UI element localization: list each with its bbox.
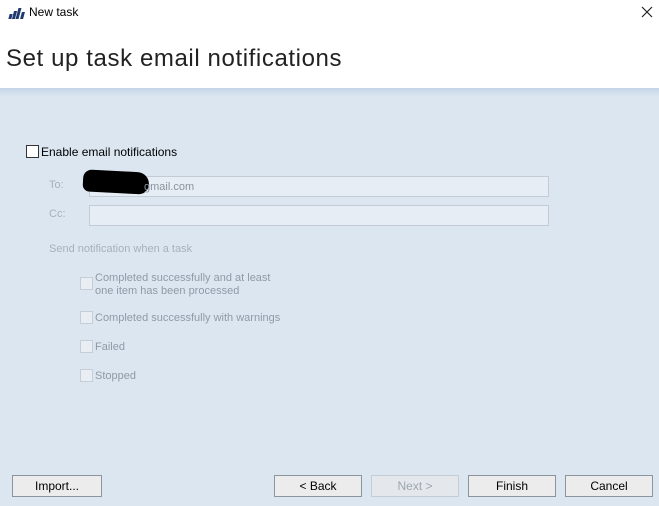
- close-button[interactable]: [637, 0, 659, 26]
- redaction-mark: [82, 169, 150, 195]
- cancel-button[interactable]: Cancel: [565, 475, 653, 497]
- failed-label: Failed: [95, 341, 125, 353]
- completed-successfully-checkbox[interactable]: [80, 277, 93, 290]
- app-logo-icon: [8, 7, 25, 19]
- notify-when-label: Send notification when a task: [49, 243, 193, 255]
- stopped-label: Stopped: [95, 370, 136, 382]
- completed-successfully-line2: one item has been processed: [95, 285, 240, 297]
- finish-button[interactable]: Finish: [468, 475, 556, 497]
- to-field-value: gmail.com: [144, 181, 195, 193]
- completed-warnings-label: Completed successfully with warnings: [95, 312, 281, 324]
- to-label: To:: [49, 179, 64, 191]
- enable-notifications-checkbox[interactable]: [26, 145, 39, 158]
- close-icon: [641, 6, 653, 18]
- next-button[interactable]: Next >: [371, 475, 459, 497]
- failed-checkbox[interactable]: [80, 340, 93, 353]
- back-button[interactable]: < Back: [274, 475, 362, 497]
- cc-label: Cc:: [49, 208, 66, 220]
- completed-warnings-checkbox[interactable]: [80, 311, 93, 324]
- page-title: Set up task email notifications: [6, 45, 343, 72]
- window-title: New task: [29, 5, 79, 19]
- enable-notifications-label[interactable]: Enable email notifications: [41, 145, 177, 159]
- completed-successfully-line1: Completed successfully and at least: [95, 272, 271, 284]
- cc-field[interactable]: [89, 205, 549, 226]
- stopped-checkbox[interactable]: [80, 369, 93, 382]
- content-panel: Enable email notifications To: gmail.com…: [0, 88, 659, 506]
- title-bar: New task: [0, 0, 659, 26]
- to-field[interactable]: gmail.com: [82, 169, 549, 197]
- completed-successfully-label: Completed successfully and at least one …: [95, 272, 270, 298]
- import-button[interactable]: Import...: [12, 475, 102, 497]
